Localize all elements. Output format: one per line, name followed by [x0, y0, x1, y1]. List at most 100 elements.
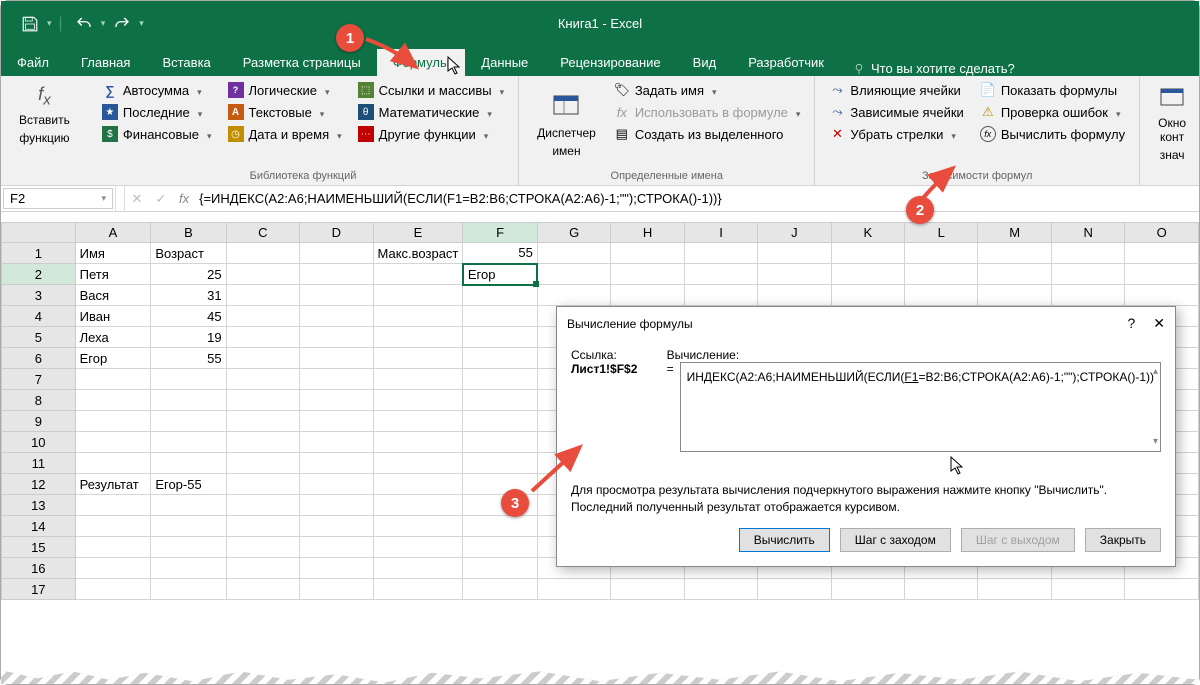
error-check-button[interactable]: ⚠Проверка ошибок — [976, 102, 1129, 122]
cell-A12[interactable]: Результат — [75, 474, 151, 495]
cell-D1[interactable] — [300, 243, 373, 264]
cell-H1[interactable] — [611, 243, 684, 264]
cell-M17[interactable] — [978, 579, 1052, 600]
datetime-button[interactable]: ◷Дата и время — [224, 124, 346, 144]
cell-B1[interactable]: Возраст — [151, 243, 226, 264]
cell-C13[interactable] — [226, 495, 299, 516]
cell-M3[interactable] — [978, 285, 1052, 306]
cell-O3[interactable] — [1125, 285, 1199, 306]
cell-F4[interactable] — [463, 306, 538, 327]
cell-E1[interactable]: Макс.возраст — [373, 243, 463, 264]
cell-I2[interactable] — [684, 264, 757, 285]
cell-E5[interactable] — [373, 327, 463, 348]
lookup-button[interactable]: ⬚Ссылки и массивы — [354, 80, 508, 100]
cell-E11[interactable] — [373, 453, 463, 474]
cell-N17[interactable] — [1051, 579, 1124, 600]
evaluate-button[interactable]: Вычислить — [739, 528, 830, 552]
step-in-button[interactable]: Шаг с заходом — [840, 528, 951, 552]
cell-B3[interactable]: 31 — [151, 285, 226, 306]
cell-B17[interactable] — [151, 579, 226, 600]
tab-insert[interactable]: Вставка — [146, 49, 226, 76]
cell-D6[interactable] — [300, 348, 373, 369]
watch-window-button[interactable]: Окно контзнач — [1150, 80, 1194, 166]
cell-C17[interactable] — [226, 579, 299, 600]
cell-H17[interactable] — [611, 579, 684, 600]
cell-D10[interactable] — [300, 432, 373, 453]
help-icon[interactable]: ? — [1127, 315, 1135, 332]
cell-B7[interactable] — [151, 369, 226, 390]
scroll-up-icon[interactable]: ▴ — [1153, 365, 1158, 379]
cell-B12[interactable]: Егор-55 — [151, 474, 226, 495]
cell-E14[interactable] — [373, 516, 463, 537]
cell-C7[interactable] — [226, 369, 299, 390]
cell-D12[interactable] — [300, 474, 373, 495]
cell-G3[interactable] — [537, 285, 610, 306]
logical-button[interactable]: ?Логические — [224, 80, 346, 100]
cell-A17[interactable] — [75, 579, 151, 600]
close-icon[interactable]: ✕ — [1153, 315, 1165, 332]
cell-L3[interactable] — [905, 285, 978, 306]
cell-C4[interactable] — [226, 306, 299, 327]
remove-arrows-button[interactable]: ✕Убрать стрелки — [825, 124, 967, 144]
cell-E3[interactable] — [373, 285, 463, 306]
cell-C15[interactable] — [226, 537, 299, 558]
recent-button[interactable]: ★Последние — [98, 102, 216, 122]
cell-D9[interactable] — [300, 411, 373, 432]
cell-M1[interactable] — [978, 243, 1052, 264]
cell-I3[interactable] — [684, 285, 757, 306]
cell-E8[interactable] — [373, 390, 463, 411]
cell-I1[interactable] — [684, 243, 757, 264]
show-formulas-button[interactable]: 📄Показать формулы — [976, 80, 1129, 100]
text-button[interactable]: AТекстовые — [224, 102, 346, 122]
cell-C12[interactable] — [226, 474, 299, 495]
cell-L1[interactable] — [905, 243, 978, 264]
cell-A8[interactable] — [75, 390, 151, 411]
cell-D14[interactable] — [300, 516, 373, 537]
cell-A6[interactable]: Егор — [75, 348, 151, 369]
cell-A4[interactable]: Иван — [75, 306, 151, 327]
cell-G1[interactable] — [537, 243, 610, 264]
cell-L2[interactable] — [905, 264, 978, 285]
cell-F17[interactable] — [463, 579, 538, 600]
cell-A7[interactable] — [75, 369, 151, 390]
redo-icon[interactable] — [108, 10, 136, 38]
evaluation-box[interactable]: ИНДЕКС(A2:A6;НАИМЕНЬШИЙ(ЕСЛИ(F1=B2:B6;СТ… — [680, 362, 1161, 452]
cell-K17[interactable] — [831, 579, 904, 600]
cell-B8[interactable] — [151, 390, 226, 411]
cell-A15[interactable] — [75, 537, 151, 558]
create-from-selection-button[interactable]: ▤Создать из выделенного — [610, 124, 805, 144]
cell-D5[interactable] — [300, 327, 373, 348]
name-manager-button[interactable]: Диспетчеримен — [529, 80, 604, 167]
cell-F7[interactable] — [463, 369, 538, 390]
cell-A11[interactable] — [75, 453, 151, 474]
cell-F8[interactable] — [463, 390, 538, 411]
cell-A13[interactable] — [75, 495, 151, 516]
cell-J1[interactable] — [758, 243, 831, 264]
cell-E9[interactable] — [373, 411, 463, 432]
math-button[interactable]: θМатематические — [354, 102, 508, 122]
cell-C10[interactable] — [226, 432, 299, 453]
scroll-down-icon[interactable]: ▾ — [1153, 435, 1158, 449]
cell-A3[interactable]: Вася — [75, 285, 151, 306]
cell-E17[interactable] — [373, 579, 463, 600]
cell-A10[interactable] — [75, 432, 151, 453]
cell-D13[interactable] — [300, 495, 373, 516]
cell-J17[interactable] — [758, 579, 831, 600]
cell-B11[interactable] — [151, 453, 226, 474]
cell-E4[interactable] — [373, 306, 463, 327]
cell-C14[interactable] — [226, 516, 299, 537]
cell-O1[interactable] — [1125, 243, 1199, 264]
cell-G17[interactable] — [537, 579, 610, 600]
more-functions-button[interactable]: ⋯Другие функции — [354, 124, 508, 144]
undo-icon[interactable] — [70, 10, 98, 38]
cell-D3[interactable] — [300, 285, 373, 306]
cell-C11[interactable] — [226, 453, 299, 474]
insert-function-button[interactable]: fx Вставить функцию — [11, 80, 78, 149]
cell-B15[interactable] — [151, 537, 226, 558]
cell-K2[interactable] — [831, 264, 904, 285]
cell-F1[interactable]: 55 — [463, 243, 538, 264]
cell-J2[interactable] — [758, 264, 831, 285]
cell-H2[interactable] — [611, 264, 684, 285]
cell-N1[interactable] — [1051, 243, 1124, 264]
cell-F5[interactable] — [463, 327, 538, 348]
